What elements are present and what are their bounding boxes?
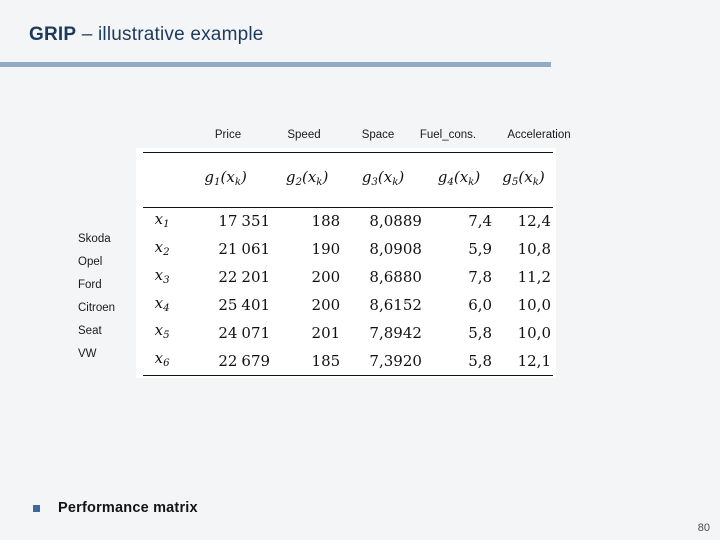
page-title: GRIP – illustrative example — [29, 24, 264, 46]
square-bullet-icon — [33, 504, 40, 512]
variable-cell: x4 — [154, 293, 170, 314]
variable-cell: x6 — [154, 349, 170, 370]
cell-price: 22 679 — [218, 351, 271, 370]
cell-space: 8,6880 — [369, 268, 422, 287]
title-divider — [0, 62, 551, 67]
cell-fuel-cons: 5,8 — [468, 323, 493, 342]
table-row: x3 22 201 200 8,6880 7,8 11,2 — [143, 264, 553, 292]
function-cell-g4: g4(xk) — [437, 168, 481, 188]
column-header-fuel-cons: Fuel_cons. — [419, 129, 477, 141]
cell-price: 25 401 — [218, 295, 271, 314]
function-cell-g5: g5(xk) — [502, 168, 545, 188]
cell-price: 21 061 — [218, 240, 271, 259]
cell-acceleration: 10,0 — [517, 323, 551, 342]
cell-speed: 200 — [311, 268, 341, 287]
cell-acceleration: 11,2 — [517, 268, 551, 287]
cell-price: 24 071 — [218, 323, 271, 342]
row-label-vw: VW — [78, 348, 97, 360]
page-number: 80 — [697, 522, 710, 534]
table-bottom-rule — [143, 375, 553, 377]
row-label-seat: Seat — [78, 325, 102, 337]
function-cell-g2: g2(xk) — [285, 168, 329, 188]
cell-fuel-cons: 5,9 — [468, 240, 493, 259]
column-header-price: Price — [214, 129, 242, 141]
performance-matrix-table: g1(xk) g2(xk) g3(xk) g4(xk) g5(xk) x1 17… — [143, 152, 553, 377]
cell-fuel-cons: 5,8 — [468, 351, 493, 370]
page-title-strong: GRIP — [29, 24, 77, 45]
cell-speed: 190 — [311, 240, 341, 259]
cell-speed: 185 — [311, 351, 341, 370]
cell-fuel-cons: 6,0 — [468, 295, 493, 314]
variable-cell: x5 — [154, 321, 170, 342]
row-label-opel: Opel — [78, 256, 103, 268]
bullet-item-label: Performance matrix — [58, 500, 198, 516]
table-row: x2 21 061 190 8,0908 5,9 10,8 — [143, 236, 553, 264]
table-row: x6 22 679 185 7,3920 5,8 12,1 — [143, 347, 553, 375]
table-row: x1 17 351 188 8,0889 7,4 12,4 — [143, 208, 553, 236]
cell-acceleration: 12,4 — [517, 212, 551, 231]
cell-space: 7,3920 — [369, 351, 422, 370]
variable-cell: x3 — [154, 265, 170, 286]
cell-fuel-cons: 7,8 — [468, 268, 493, 287]
row-label-citroen: Citroen — [78, 302, 116, 314]
cell-speed: 188 — [311, 212, 341, 231]
cell-speed: 201 — [311, 323, 341, 342]
row-label-skoda: Skoda — [78, 233, 111, 245]
cell-price: 17 351 — [218, 212, 271, 231]
function-cell-g3: g3(xk) — [361, 168, 405, 188]
cell-price: 22 201 — [218, 268, 271, 287]
function-cell-empty — [143, 153, 181, 208]
cell-space: 8,0908 — [369, 240, 422, 259]
cell-space: 8,6152 — [369, 295, 422, 314]
column-header-acceleration: Acceleration — [507, 129, 571, 141]
cell-fuel-cons: 7,4 — [468, 212, 493, 231]
column-header-speed: Speed — [287, 129, 321, 141]
cell-speed: 200 — [311, 295, 341, 314]
cell-acceleration: 10,8 — [517, 240, 551, 259]
row-label-ford: Ford — [78, 279, 102, 291]
cell-space: 7,8942 — [369, 323, 422, 342]
table-function-row: g1(xk) g2(xk) g3(xk) g4(xk) g5(xk) — [143, 153, 553, 208]
matrix-row-labels: Skoda Opel Ford Citroen Seat VW — [78, 228, 148, 366]
cell-acceleration: 10,0 — [517, 295, 551, 314]
function-cell-g1: g1(xk) — [204, 168, 247, 188]
variable-cell: x1 — [154, 210, 170, 230]
matrix-column-headers: Price Speed Space Fuel_cons. Acceleratio… — [136, 129, 576, 147]
bullet-list-item: Performance matrix — [33, 500, 198, 516]
table-row: x5 24 071 201 7,8942 5,8 10,0 — [143, 319, 553, 347]
variable-cell: x2 — [154, 237, 170, 258]
table-row: x4 25 401 200 8,6152 6,0 10,0 — [143, 292, 553, 320]
cell-acceleration: 12,1 — [517, 351, 551, 370]
cell-space: 8,0889 — [369, 212, 422, 231]
page-title-rest: – illustrative example — [76, 24, 264, 45]
